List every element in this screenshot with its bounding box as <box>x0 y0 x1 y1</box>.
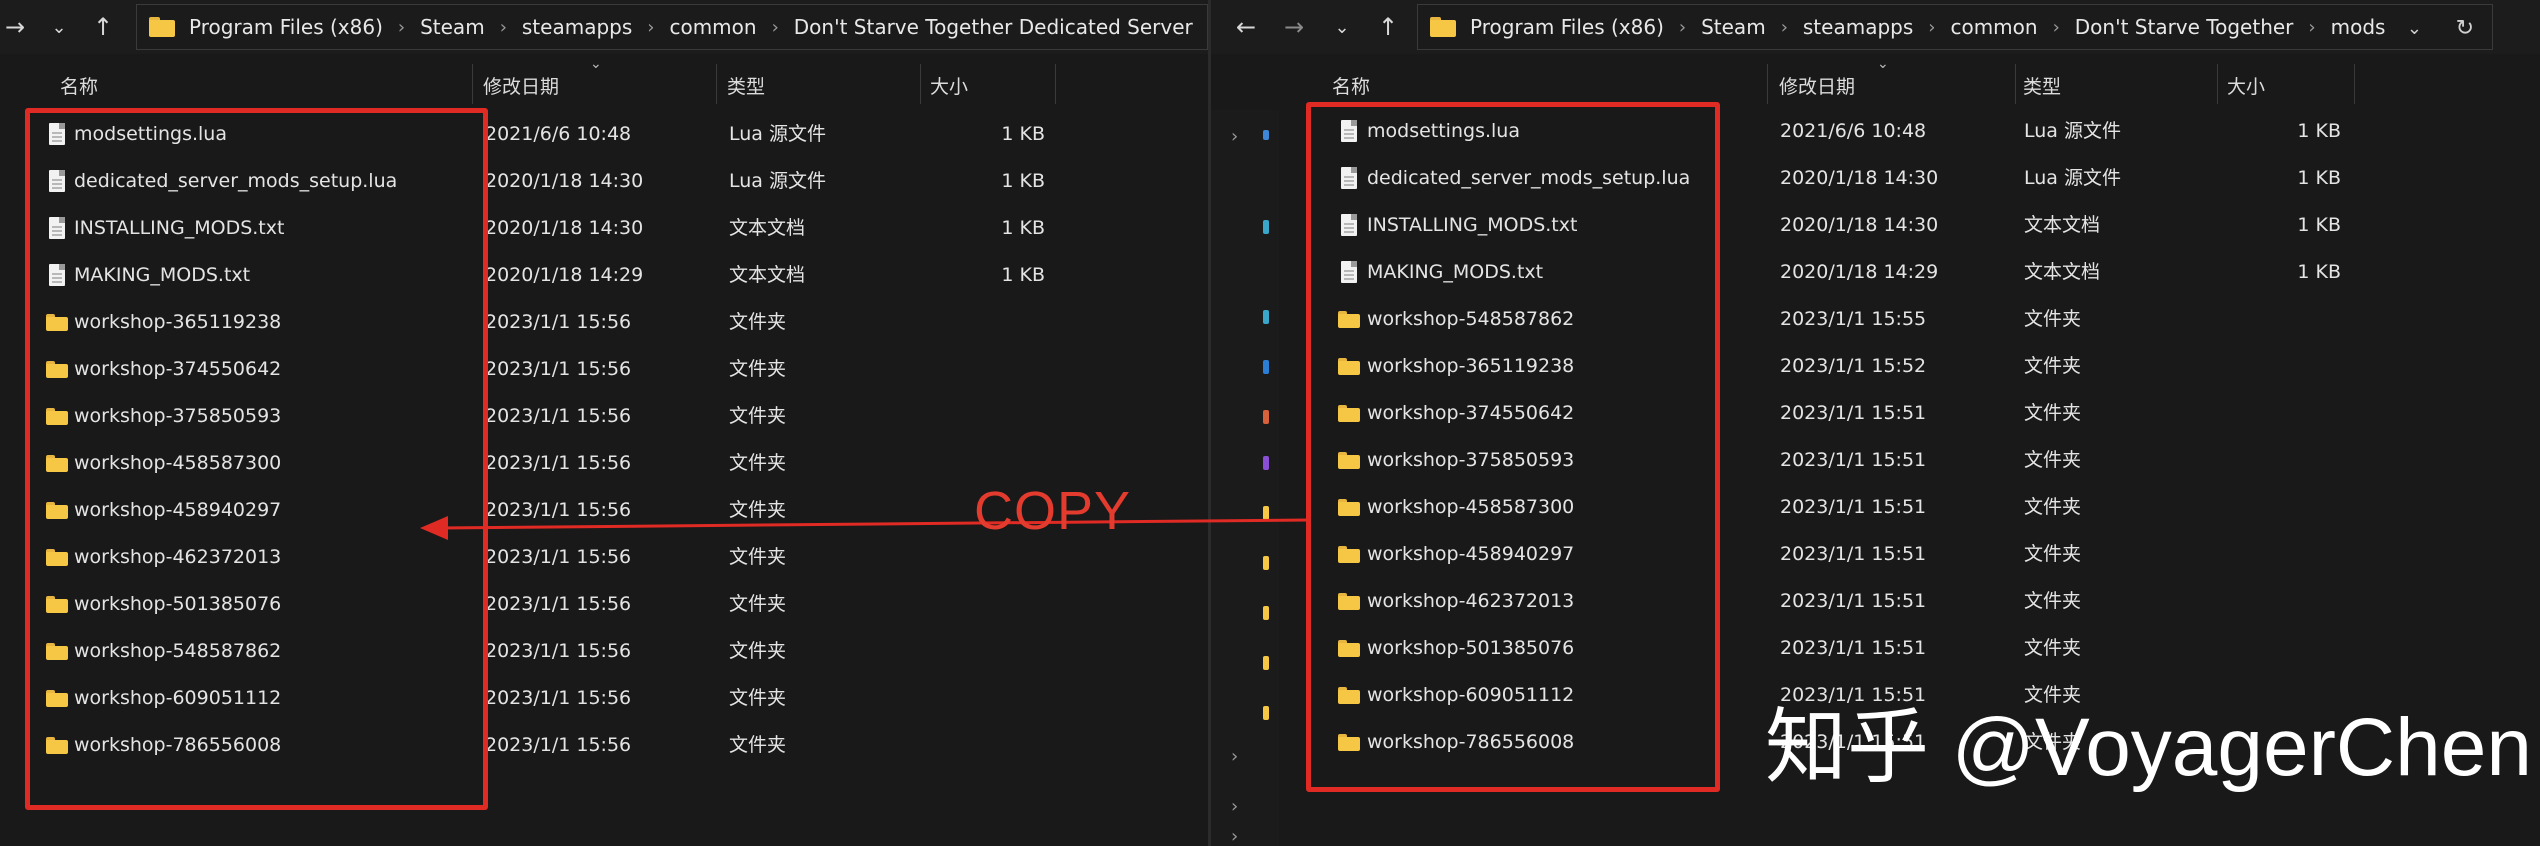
copy-arrow-line <box>439 518 1309 530</box>
copy-arrow-head <box>420 516 448 540</box>
watermark: 知乎 @VoyagerChen <box>1765 702 2532 793</box>
copy-label: COPY <box>974 481 1132 541</box>
